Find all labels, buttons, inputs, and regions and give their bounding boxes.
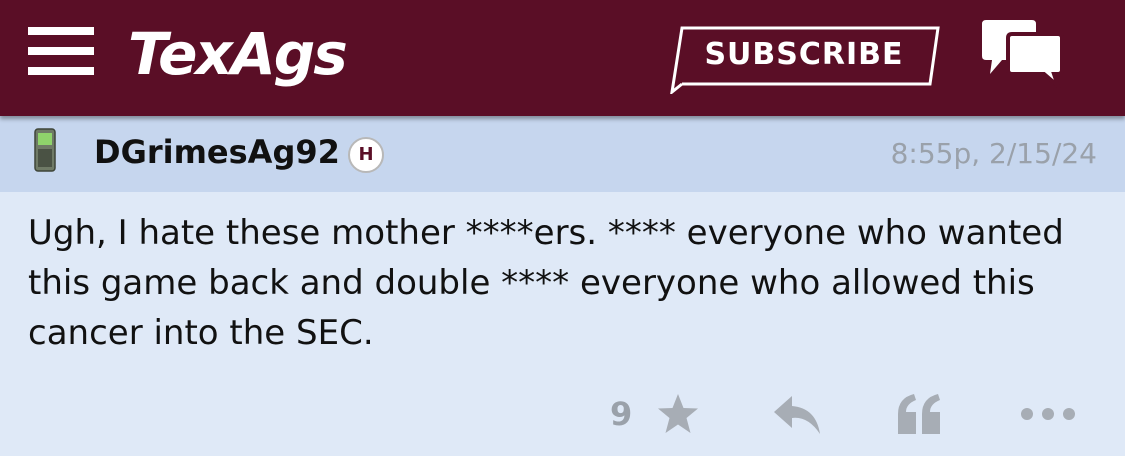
menu-icon[interactable] — [28, 27, 94, 75]
username-link[interactable]: DGrimesAg92 — [94, 130, 340, 174]
reply-icon[interactable] — [772, 394, 822, 436]
post-text: Ugh, I hate these mother ****ers. **** e… — [28, 213, 1064, 353]
star-count: 9 — [610, 395, 633, 433]
phone-icon — [34, 128, 56, 172]
post-actions: 9 — [0, 380, 1125, 450]
texags-logo[interactable]: TexAgs — [128, 18, 348, 90]
chat-bubbles-icon[interactable] — [978, 18, 1068, 93]
top-bar: TexAgs SUBSCRIBE — [0, 0, 1125, 116]
star-icon[interactable] — [656, 392, 700, 436]
post-timestamp: 8:55p, 2/15/24 — [890, 137, 1097, 170]
subscribe-label: SUBSCRIBE — [704, 37, 904, 72]
more-icon[interactable] — [1020, 406, 1076, 422]
post-header: DGrimesAg92 H 8:55p, 2/15/24 — [0, 116, 1125, 192]
quote-icon[interactable] — [896, 392, 942, 436]
subscribe-button[interactable]: SUBSCRIBE — [668, 26, 940, 94]
user-badge: H — [348, 137, 384, 173]
